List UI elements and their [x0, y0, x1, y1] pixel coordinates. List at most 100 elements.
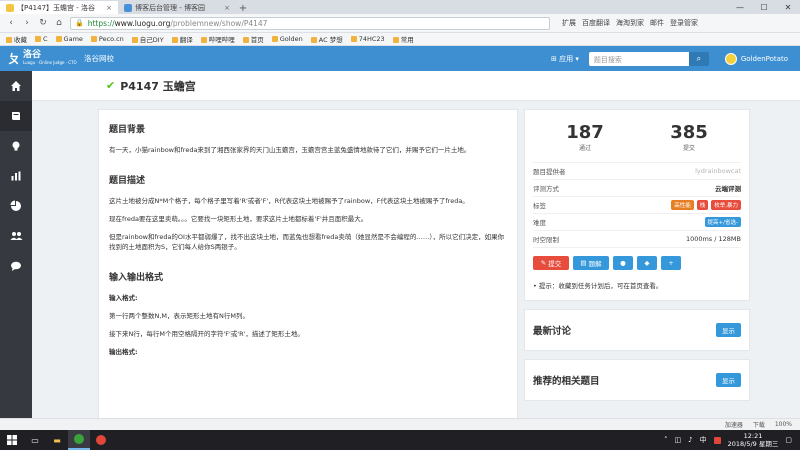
- pie-chart-icon: [10, 200, 21, 211]
- solution-button[interactable]: ▤ 题解: [573, 256, 609, 270]
- sidebar-item-contests[interactable]: [0, 131, 32, 161]
- provider-link[interactable]: lydrainbowcat: [695, 167, 741, 175]
- site-logo[interactable]: ㄆ 洛谷 Luogu · Online Judge · CTO: [0, 50, 80, 67]
- zoom-level[interactable]: 100%: [775, 421, 792, 428]
- volume-icon[interactable]: ♪: [688, 436, 692, 444]
- url-input[interactable]: 🔒 https://www.luogu.org/problemnew/show/…: [70, 16, 550, 30]
- folder-icon: [392, 37, 399, 43]
- forward-icon[interactable]: ›: [22, 18, 32, 28]
- folder-icon: [242, 37, 249, 43]
- show-related-button[interactable]: 显示: [716, 373, 741, 387]
- login-manager-button[interactable]: 登录管家: [670, 18, 698, 28]
- users-icon: [10, 232, 22, 240]
- browser-status-bar: 加速器 下载 100%: [0, 418, 800, 430]
- refresh-icon[interactable]: ↻: [38, 18, 48, 28]
- tag-badge[interactable]: 枚举,暴力: [711, 200, 741, 210]
- bookmarks-bar: 收藏 C Game Peco.cn 自己DIY 翻译 哔哩哔哩 首页 Golde…: [0, 33, 800, 46]
- input-paragraph: 接下来N行，每行M个用空格隔开的字符'F'或'R'，描述了矩形土地。: [109, 330, 304, 338]
- sidebar-item-ranking[interactable]: [0, 191, 32, 221]
- bookmark-item[interactable]: 收藏: [6, 34, 27, 44]
- passed-label: 通过: [578, 145, 591, 152]
- accelerator-button[interactable]: 加速器: [725, 420, 743, 429]
- sidebar-item-teams[interactable]: [0, 221, 32, 251]
- clock[interactable]: 12:21 2018/5/9 星期三: [728, 432, 779, 448]
- explorer-button[interactable]: ▬: [46, 430, 68, 450]
- url-path: /problemnew/show/P4147: [170, 18, 268, 28]
- mail-button[interactable]: 邮件: [650, 18, 664, 28]
- tag-button[interactable]: ◆: [637, 256, 657, 270]
- baidu-translate-button[interactable]: 百度翻译: [582, 18, 610, 28]
- bookmark-item[interactable]: Golden: [271, 35, 303, 43]
- task-view-icon: ▭: [31, 435, 39, 445]
- windows-logo-icon: [7, 435, 17, 445]
- bookmark-item[interactable]: 首页: [242, 34, 264, 44]
- sidebar-item-problems[interactable]: [0, 101, 32, 131]
- problem-actions: ✎ 提交 ▤ 题解 ● ◆ +: [533, 247, 741, 276]
- haitao-button[interactable]: 海淘到家: [616, 18, 644, 28]
- browser-tab-strip: 【P4147】玉蟾宫 - 洛谷 × 博客后台管理 - 博客园 × + — ☐ ✕: [0, 0, 800, 14]
- bookmark-item[interactable]: AC 梦想: [310, 34, 343, 44]
- bookmark-item[interactable]: 74HC23: [350, 35, 385, 43]
- folder-icon: [271, 36, 278, 42]
- extensions-button[interactable]: 扩展: [562, 18, 576, 28]
- search-button[interactable]: ⌕: [688, 51, 709, 66]
- task-view-button[interactable]: ▭: [24, 430, 46, 450]
- bookmark-item[interactable]: 翻译: [171, 34, 193, 44]
- window-controls: — ☐ ✕: [728, 0, 800, 14]
- network-icon[interactable]: ◫: [675, 436, 682, 444]
- add-task-button[interactable]: +: [661, 256, 681, 270]
- show-discussions-button[interactable]: 显示: [716, 323, 741, 337]
- logo-subtext: Luogu · Online Judge · CTO: [23, 59, 77, 65]
- problem-title-bar: ✔ P4147 玉蟾宫: [32, 71, 800, 101]
- record-button[interactable]: ●: [613, 256, 633, 270]
- user-menu[interactable]: GoldenPotato: [724, 52, 788, 65]
- browser-taskbar-button[interactable]: [68, 430, 90, 450]
- bookmark-item[interactable]: 自己DIY: [131, 34, 164, 44]
- problem-info-card: 187 通过 385 提交 题目提供者 lydrainbowcat 评测方式 云…: [524, 109, 750, 301]
- folder-icon: [131, 37, 138, 43]
- problem-sidebar: 187 通过 385 提交 题目提供者 lydrainbowcat 评测方式 云…: [524, 109, 750, 409]
- bulb-icon: [12, 141, 20, 151]
- close-icon[interactable]: ×: [224, 4, 230, 12]
- input-format-label: 输入格式:: [109, 294, 138, 302]
- site-school-link[interactable]: 洛谷网校: [84, 53, 114, 64]
- minimize-icon[interactable]: —: [728, 3, 752, 12]
- download-button[interactable]: 下载: [753, 420, 765, 429]
- lock-icon: 🔒: [75, 19, 84, 27]
- tab-title: 【P4147】玉蟾宫 - 洛谷: [17, 3, 96, 12]
- home-nav-icon[interactable]: ⌂: [54, 18, 64, 28]
- ime-indicator[interactable]: 中: [700, 435, 707, 445]
- tab-title: 博客后台管理 - 博客园: [135, 3, 205, 12]
- close-icon[interactable]: ×: [106, 4, 112, 12]
- bookmark-item[interactable]: C: [35, 35, 48, 43]
- username: GoldenPotato: [740, 54, 788, 63]
- notification-icon[interactable]: ▢: [785, 436, 792, 444]
- bookmark-item[interactable]: 常用: [392, 34, 414, 44]
- new-tab-button[interactable]: +: [236, 3, 250, 14]
- tab-luogu[interactable]: 【P4147】玉蟾宫 - 洛谷 ×: [0, 1, 118, 14]
- difficulty-badge: 提高+/省选-: [704, 217, 741, 227]
- bookmark-item[interactable]: 哔哩哔哩: [200, 34, 235, 44]
- tag-badge[interactable]: 栈: [696, 200, 709, 210]
- app-menu-button[interactable]: ⊞ 应用 ▾: [551, 54, 579, 64]
- sidebar-item-records[interactable]: [0, 161, 32, 191]
- bookmark-item[interactable]: Peco.cn: [90, 35, 124, 43]
- folder-icon: [200, 37, 207, 43]
- start-button[interactable]: [0, 435, 24, 445]
- page-title: P4147 玉蟾宫: [120, 79, 196, 93]
- back-icon[interactable]: ‹: [6, 18, 16, 28]
- tray-up-icon[interactable]: ˄: [664, 436, 668, 444]
- app-tray-icon[interactable]: [713, 436, 721, 444]
- sidebar-item-home[interactable]: [0, 71, 32, 101]
- tab-cnblogs[interactable]: 博客后台管理 - 博客园 ×: [118, 1, 236, 14]
- app-taskbar-button[interactable]: [90, 430, 112, 450]
- submit-button[interactable]: ✎ 提交: [533, 256, 569, 270]
- task-tip: • 提示：收藏到任务计划后，可在首页查看。: [533, 282, 663, 290]
- site-search-input[interactable]: 题目搜索: [588, 51, 689, 66]
- sidebar-item-discuss[interactable]: [0, 251, 32, 281]
- close-window-icon[interactable]: ✕: [776, 3, 800, 12]
- bookmark-item[interactable]: Game: [55, 35, 83, 43]
- luogu-logo-icon: ㄆ: [8, 52, 21, 66]
- tag-badge[interactable]: 高性能: [671, 200, 694, 210]
- maximize-icon[interactable]: ☐: [752, 3, 776, 12]
